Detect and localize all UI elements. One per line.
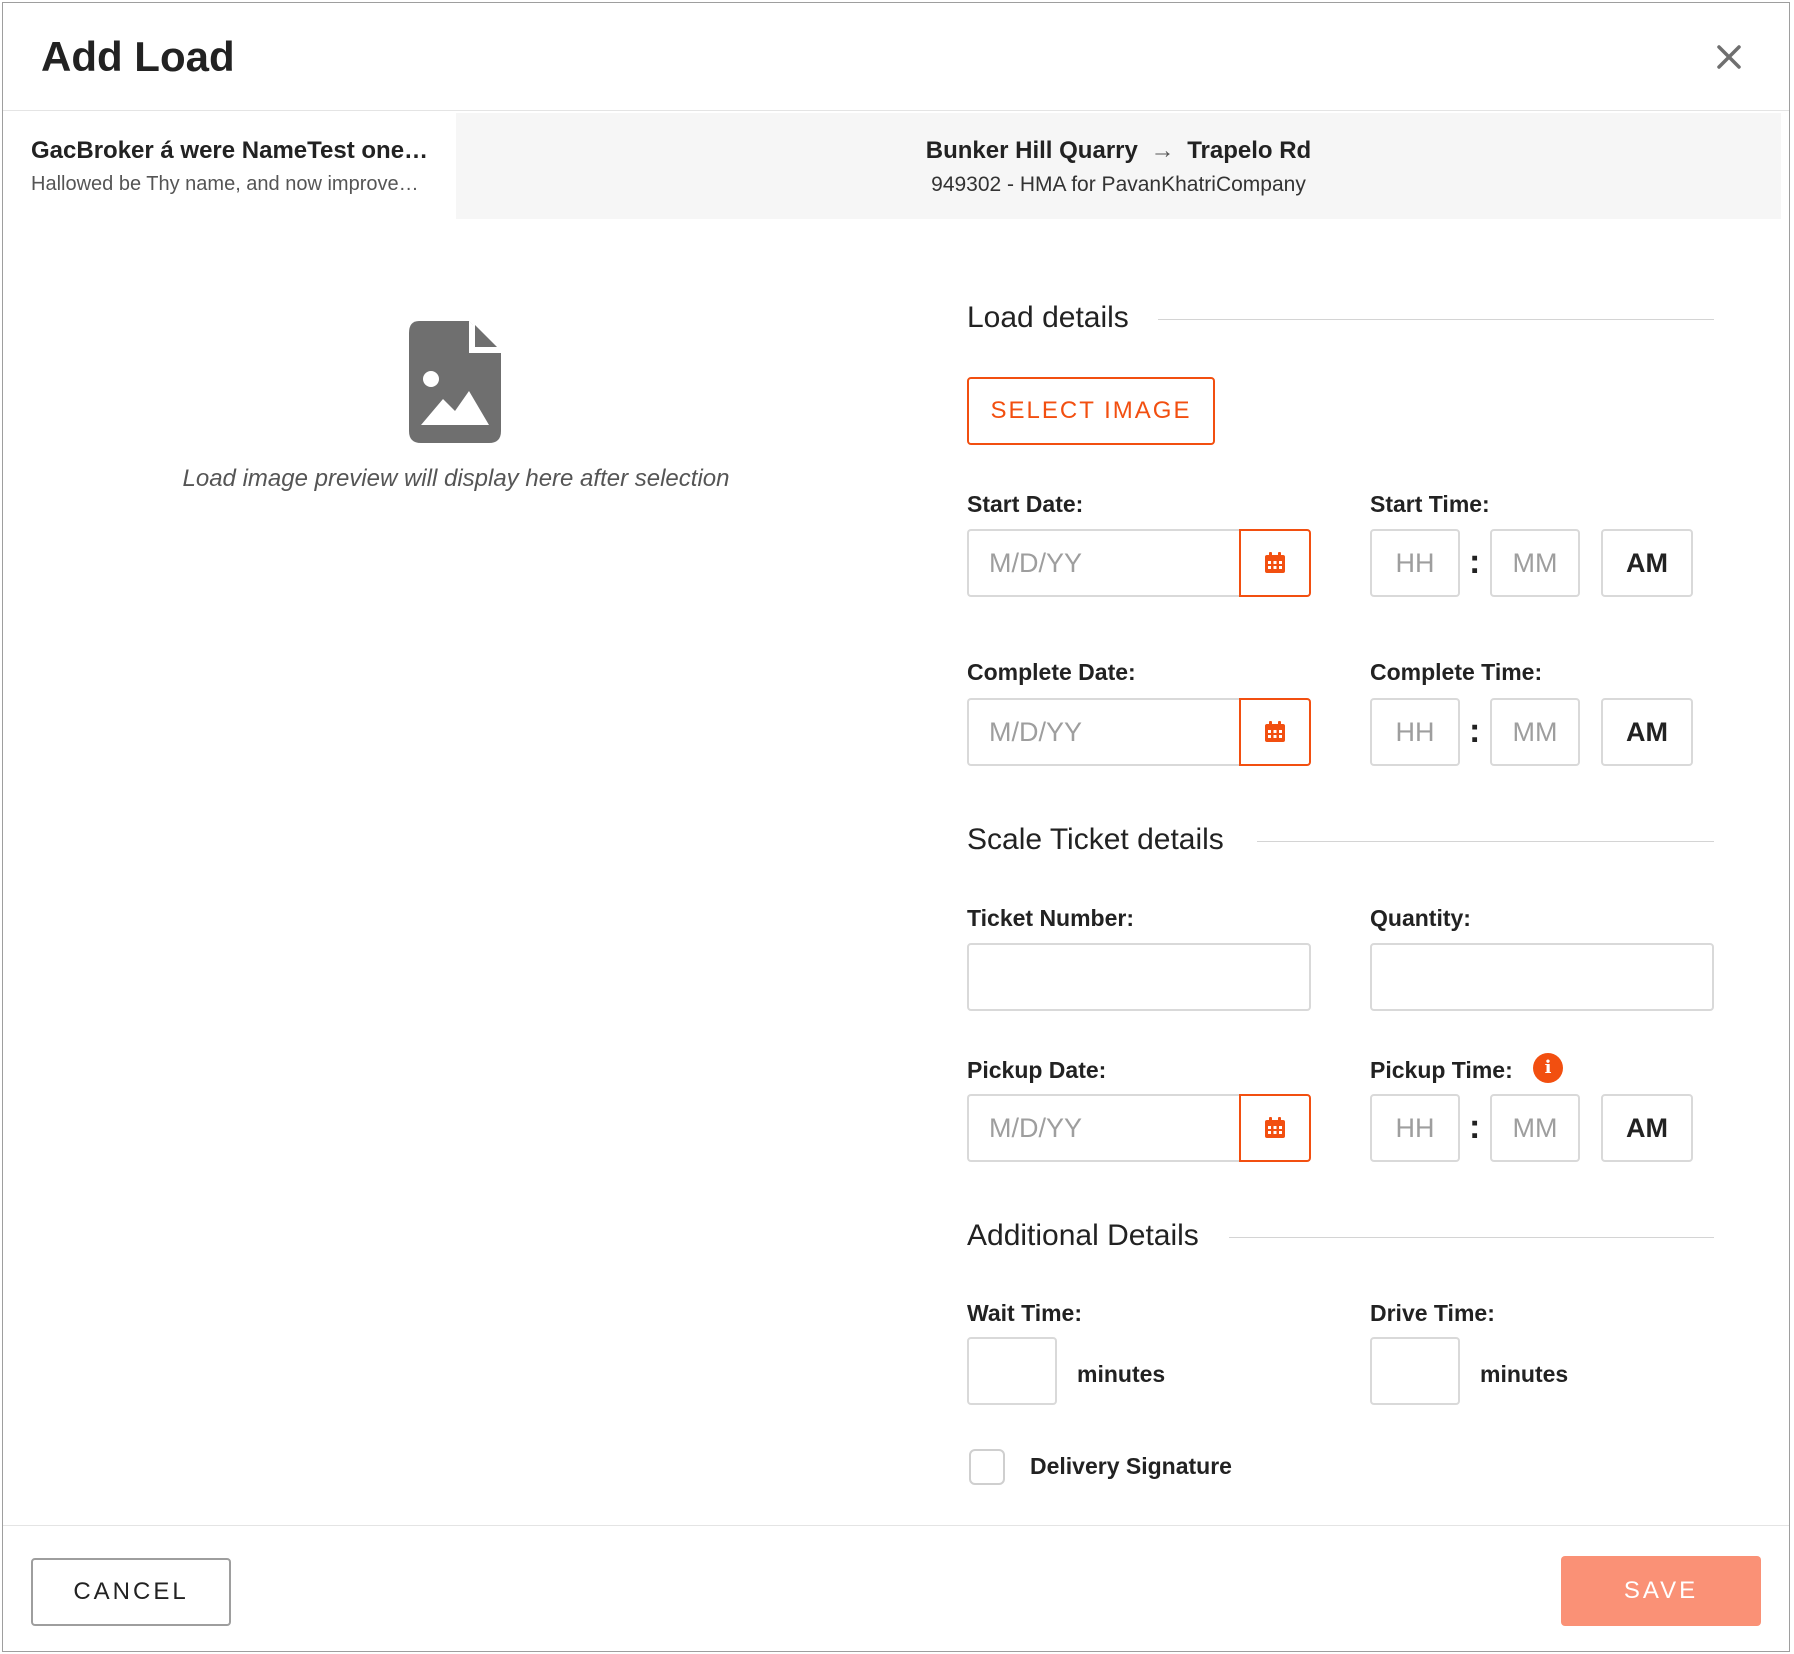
add-load-modal: Add Load GacBroker á were NameTest one… … <box>2 2 1790 1652</box>
close-button[interactable] <box>1709 37 1749 77</box>
delivery-signature-checkbox[interactable] <box>969 1449 1005 1485</box>
additional-details-heading: Additional Details <box>967 1219 1199 1252</box>
ticket-number-label: Ticket Number: <box>967 905 1135 931</box>
time-separator: : <box>1469 1108 1481 1146</box>
cancel-button[interactable]: CANCEL <box>31 1558 231 1626</box>
wait-time-label: Wait Time: <box>967 1300 1083 1326</box>
time-separator: : <box>1469 712 1481 750</box>
broker-name: GacBroker á were NameTest one… <box>31 137 429 164</box>
pickup-date-label: Pickup Date: <box>967 1057 1107 1083</box>
drive-time-label: Drive Time: <box>1370 1300 1495 1326</box>
load-details-heading: Load details <box>967 301 1129 334</box>
complete-date-calendar-button[interactable] <box>1239 698 1311 766</box>
start-date-input[interactable]: M/D/YY <box>967 529 1241 597</box>
complete-date-label: Complete Date: <box>967 659 1136 685</box>
wait-time-unit: minutes <box>1077 1361 1166 1387</box>
complete-hour-input[interactable]: HH <box>1370 698 1460 766</box>
section-divider <box>1257 841 1714 842</box>
scale-ticket-heading: Scale Ticket details <box>967 823 1224 856</box>
delivery-signature-label[interactable]: Delivery Signature <box>1030 1453 1232 1480</box>
modal-footer: CANCEL SAVE <box>3 1525 1789 1653</box>
ticket-number-input[interactable] <box>967 943 1311 1011</box>
info-icon[interactable]: i <box>1533 1053 1563 1083</box>
select-image-button[interactable]: SELECT IMAGE <box>967 377 1215 445</box>
start-minute-input[interactable]: MM <box>1490 529 1580 597</box>
broker-subtitle: Hallowed be Thy name, and now improve… <box>31 173 419 195</box>
start-time-label: Start Time: <box>1370 491 1490 517</box>
route-destination: Trapelo Rd <box>1187 137 1312 164</box>
pickup-date-calendar-button[interactable] <box>1239 1094 1311 1162</box>
save-button[interactable]: SAVE <box>1561 1556 1761 1626</box>
wait-time-input[interactable] <box>967 1337 1057 1405</box>
route-arrow-icon: → <box>1150 137 1175 164</box>
pickup-minute-input[interactable]: MM <box>1490 1094 1580 1162</box>
time-separator: : <box>1469 543 1481 581</box>
calendar-icon <box>1265 721 1285 742</box>
start-meridiem-toggle[interactable]: AM <box>1601 529 1693 597</box>
modal-title: Add Load <box>41 33 235 80</box>
drive-time-unit: minutes <box>1480 1361 1569 1387</box>
complete-time-label: Complete Time: <box>1370 659 1543 685</box>
section-divider <box>1229 1237 1714 1238</box>
start-date-calendar-button[interactable] <box>1239 529 1311 597</box>
route-info: Bunker Hill Quarry → Trapelo Rd 949302 -… <box>456 113 1781 219</box>
calendar-icon <box>1265 552 1285 573</box>
section-divider <box>1158 319 1714 320</box>
start-date-label: Start Date: <box>967 491 1084 517</box>
load-info-bar: GacBroker á were NameTest one… Hallowed … <box>13 113 1781 219</box>
start-hour-input[interactable]: HH <box>1370 529 1460 597</box>
job-description: 949302 - HMA for PavanKhatriCompany <box>931 173 1306 196</box>
route-origin: Bunker Hill Quarry <box>925 137 1138 164</box>
complete-minute-input[interactable]: MM <box>1490 698 1580 766</box>
pickup-time-label: Pickup Time: <box>1370 1057 1513 1083</box>
modal-header: Add Load <box>3 3 1789 111</box>
pickup-meridiem-toggle[interactable]: AM <box>1601 1094 1693 1162</box>
quantity-input[interactable] <box>1370 943 1714 1011</box>
pickup-date-input[interactable]: M/D/YY <box>967 1094 1241 1162</box>
close-icon <box>1717 45 1741 69</box>
broker-info: GacBroker á were NameTest one… Hallowed … <box>13 113 456 219</box>
drive-time-input[interactable] <box>1370 1337 1460 1405</box>
route: Bunker Hill Quarry → Trapelo Rd <box>456 137 1781 165</box>
calendar-icon <box>1265 1117 1285 1138</box>
complete-date-input[interactable]: M/D/YY <box>967 698 1241 766</box>
image-preview-hint: Load image preview will display here aft… <box>182 465 730 492</box>
complete-meridiem-toggle[interactable]: AM <box>1601 698 1693 766</box>
pickup-hour-input[interactable]: HH <box>1370 1094 1460 1162</box>
quantity-label: Quantity: <box>1370 905 1471 931</box>
image-file-icon <box>409 321 501 443</box>
